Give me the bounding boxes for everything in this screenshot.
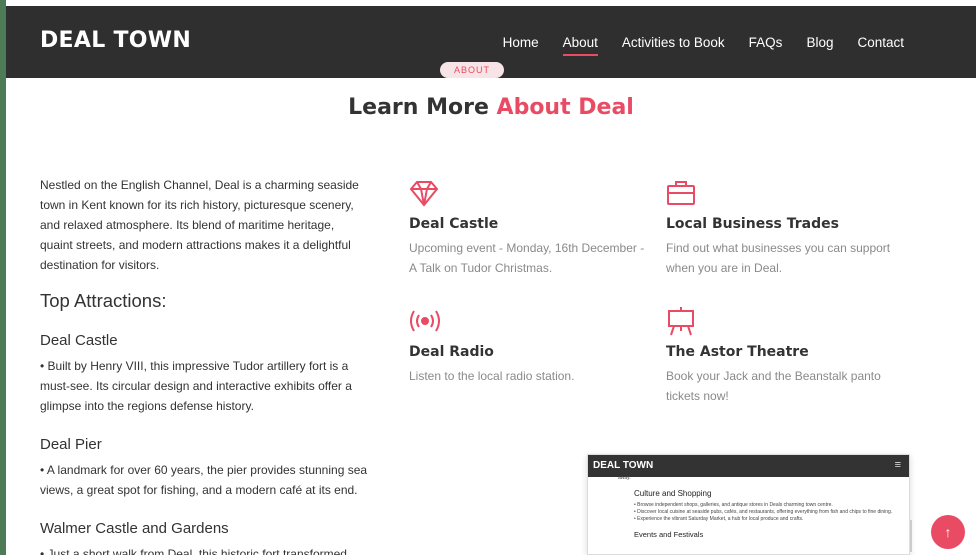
diamond-icon bbox=[409, 178, 439, 208]
nav-contact[interactable]: Contact bbox=[857, 35, 904, 50]
nav-blog[interactable]: Blog bbox=[806, 35, 833, 50]
card-astor-theatre[interactable]: The Astor Theatre Book your Jack and the… bbox=[666, 306, 906, 406]
radio-icon bbox=[409, 306, 440, 336]
card-desc: Listen to the local radio station. bbox=[409, 369, 575, 383]
card-deal-castle[interactable]: Deal Castle Upcoming event - Monday, 16t… bbox=[409, 178, 649, 278]
nav-activities[interactable]: Activities to Book bbox=[622, 35, 725, 50]
card-title: Deal Radio bbox=[409, 344, 494, 360]
attraction-desc: • A landmark for over 60 years, the pier… bbox=[40, 463, 368, 497]
card-title: Local Business Trades bbox=[666, 216, 839, 232]
attraction-title: Walmer Castle and Gardens bbox=[40, 520, 229, 537]
about-column: Nestled on the English Channel, Deal is … bbox=[40, 175, 370, 555]
intro-text: Nestled on the English Channel, Deal is … bbox=[40, 178, 359, 272]
main-nav: Home About Activities to Book FAQs Blog … bbox=[479, 35, 904, 56]
back-to-top-button[interactable]: ↑ bbox=[931, 515, 965, 549]
preview-scrollbar[interactable] bbox=[910, 520, 912, 552]
nav-faqs[interactable]: FAQs bbox=[749, 35, 783, 50]
preview-list-item: • Browse independent shops, galleries, a… bbox=[634, 502, 833, 508]
preview-heading: Culture and Shopping bbox=[634, 489, 712, 498]
page-title: Learn More About Deal bbox=[6, 95, 976, 120]
nav-about[interactable]: About bbox=[562, 35, 599, 56]
mobile-preview-thumbnail[interactable]: DEAL TOWN ≡ away. Culture and Shopping •… bbox=[587, 454, 910, 555]
nav-home[interactable]: Home bbox=[503, 35, 539, 50]
card-title: The Astor Theatre bbox=[666, 344, 809, 360]
hamburger-icon: ≡ bbox=[894, 459, 901, 471]
briefcase-icon bbox=[666, 178, 696, 208]
card-title: Deal Castle bbox=[409, 216, 499, 232]
preview-list-item: • Experience the vibrant Saturday Market… bbox=[634, 516, 804, 522]
card-deal-radio[interactable]: Deal Radio Listen to the local radio sta… bbox=[409, 306, 649, 386]
attraction-desc: • Built by Henry VIII, this impressive T… bbox=[40, 359, 352, 413]
title-accent: About Deal bbox=[496, 95, 634, 120]
card-local-business[interactable]: Local Business Trades Find out what busi… bbox=[666, 178, 906, 278]
preview-logo: DEAL TOWN bbox=[593, 460, 654, 471]
preview-heading: Events and Festivals bbox=[634, 530, 704, 539]
top-attractions-heading: Top Attractions: bbox=[40, 290, 167, 311]
easel-icon bbox=[666, 306, 696, 336]
card-desc: Book your Jack and the Beanstalk panto t… bbox=[666, 369, 881, 403]
title-plain: Learn More bbox=[348, 95, 489, 120]
preview-body: Culture and Shopping • Browse independen… bbox=[588, 477, 909, 539]
card-desc: Upcoming event - Monday, 16th December -… bbox=[409, 241, 645, 275]
attraction-desc: • Just a short walk from Deal, this hist… bbox=[40, 547, 347, 555]
preview-list-item: • Discover local cuisine at seaside pubs… bbox=[634, 509, 893, 515]
site-logo[interactable]: DEAL TOWN bbox=[40, 28, 191, 53]
preview-cut-text: away. bbox=[618, 475, 631, 481]
section-badge: ABOUT bbox=[440, 62, 504, 78]
attraction-title: Deal Castle bbox=[40, 332, 118, 349]
preview-header: DEAL TOWN ≡ bbox=[588, 455, 909, 477]
card-desc: Find out what businesses you can support… bbox=[666, 241, 891, 275]
attraction-title: Deal Pier bbox=[40, 436, 102, 453]
